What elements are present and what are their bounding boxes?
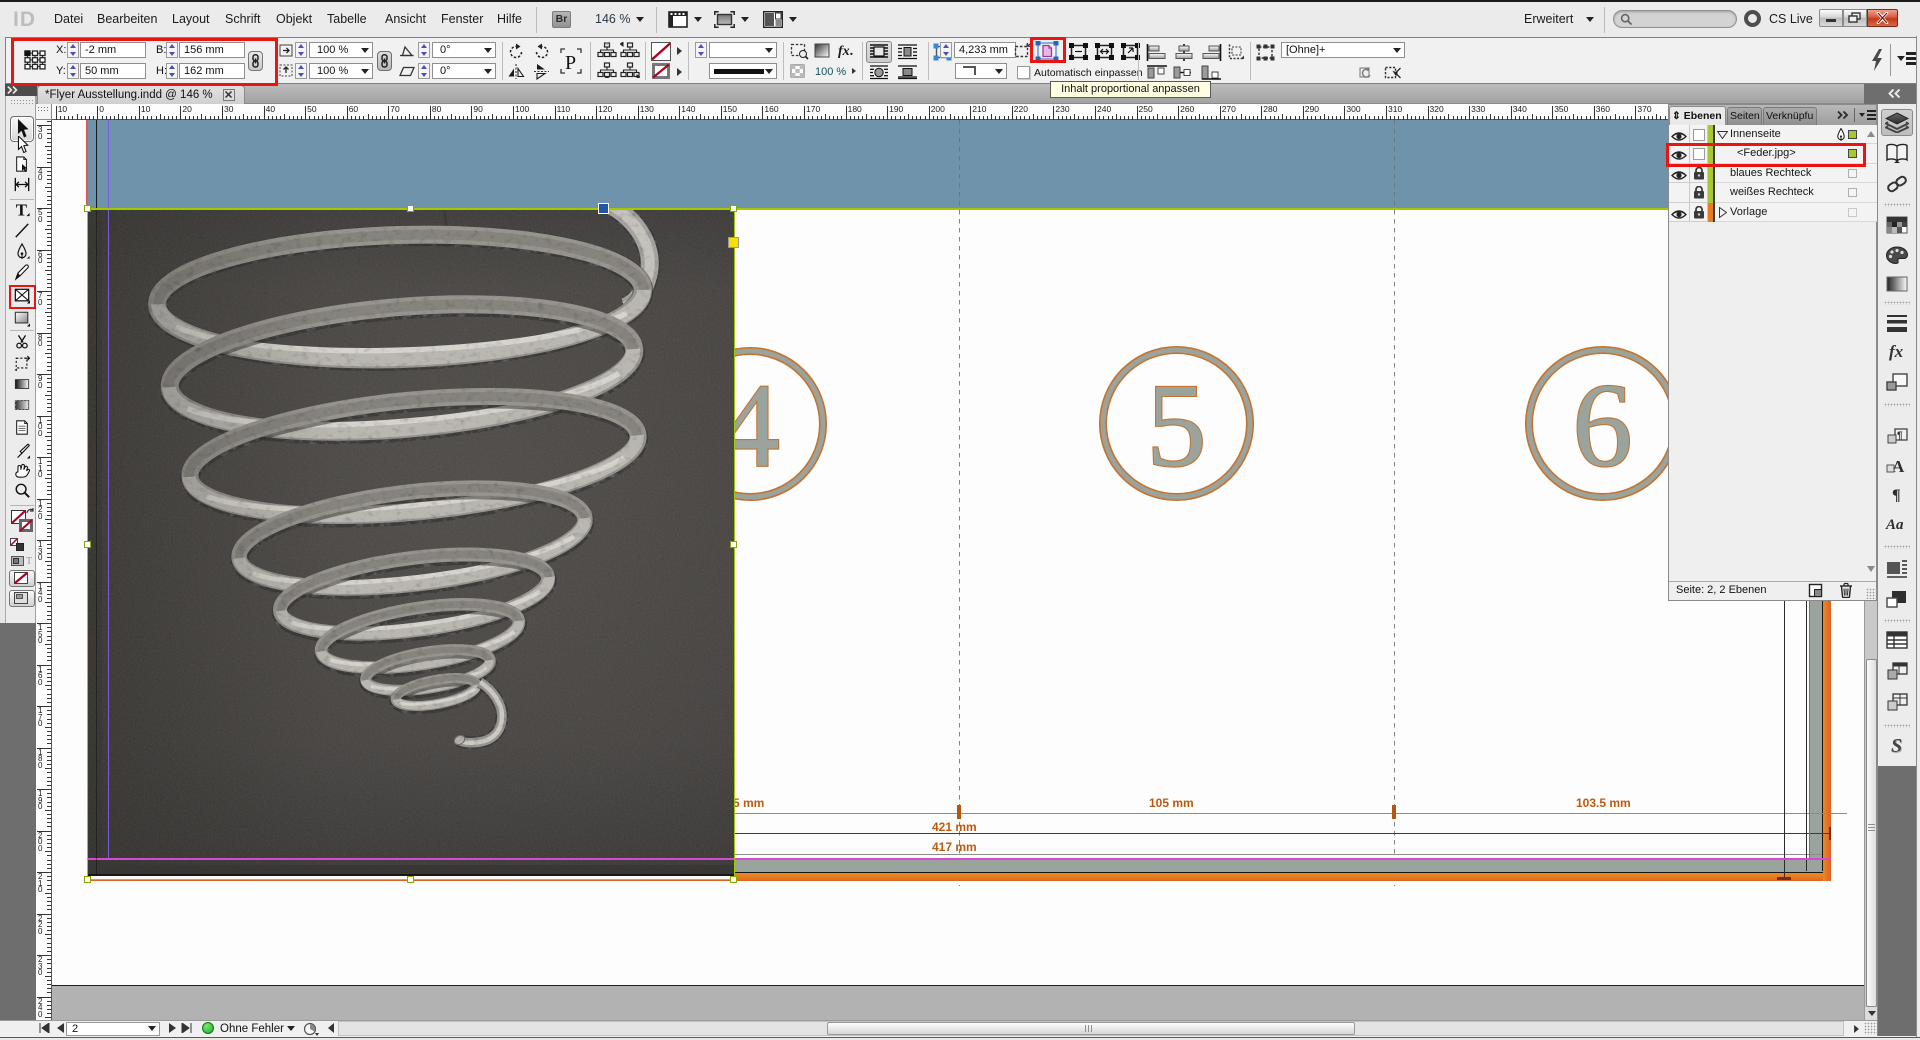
svg-text:5: 5 bbox=[1146, 358, 1206, 491]
svg-text:T: T bbox=[16, 201, 27, 218]
svg-text:6: 6 bbox=[1572, 358, 1632, 491]
svg-text:P: P bbox=[565, 52, 576, 74]
svg-text:¶: ¶ bbox=[1897, 431, 1903, 442]
